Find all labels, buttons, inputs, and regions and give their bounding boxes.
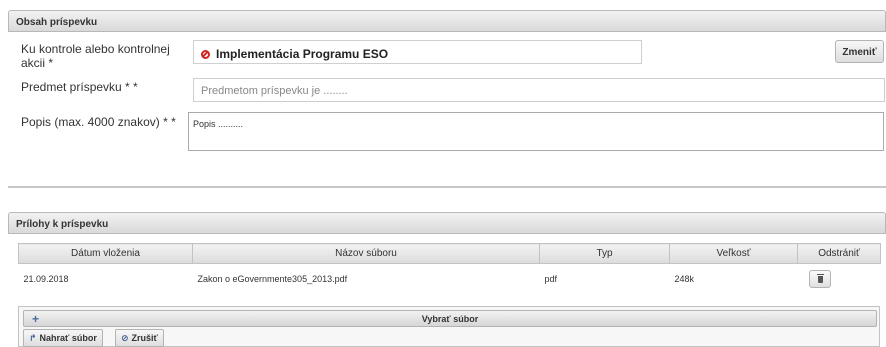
- cancel-icon: ⊘: [121, 333, 129, 343]
- control-value-field: Implementácia Programu ESO: [193, 40, 642, 64]
- description-textarea[interactable]: Popis ..........: [188, 112, 884, 151]
- change-button[interactable]: Zmeniť: [835, 40, 884, 63]
- column-header-type[interactable]: Typ: [539, 243, 670, 264]
- trash-icon: [816, 273, 824, 283]
- cancel-upload-label: Zrušiť: [131, 333, 158, 343]
- cancel-upload-button[interactable]: ⊘ Zrušiť: [115, 329, 164, 347]
- row-file-name[interactable]: Zakon o eGovernmente305_2013.pdf: [193, 264, 540, 294]
- upload-file-button[interactable]: ↱ Nahrať súbor: [23, 329, 103, 347]
- column-header-date[interactable]: Dátum vloženia: [18, 243, 193, 264]
- column-header-size[interactable]: Veľkosť: [669, 243, 798, 264]
- row-type: pdf: [544, 273, 558, 284]
- upload-panel: + Vybrať súbor ↱ Nahrať súbor ⊘ Zrušiť: [18, 306, 880, 347]
- attachments-section-title: Prílohy k príspevku: [16, 219, 109, 230]
- select-file-label: Vybrať súbor: [421, 314, 479, 324]
- subject-label: Predmet príspevku * *: [21, 80, 138, 94]
- upload-arrow-icon: ↱: [29, 333, 37, 343]
- upload-file-label: Nahrať súbor: [39, 333, 97, 343]
- forbidden-icon: [201, 50, 210, 59]
- table-row: 21.09.2018 Zakon o eGovernmente305_2013.…: [19, 264, 881, 294]
- attachments-table: Dátum vloženia Názov súboru Typ Veľkosť …: [18, 243, 881, 294]
- column-header-delete: Odstrániť: [797, 243, 881, 264]
- description-label: Popis (max. 4000 znakov) * *: [21, 115, 176, 129]
- delete-file-button[interactable]: [808, 269, 831, 288]
- row-date: 21.09.2018: [23, 273, 69, 284]
- control-label-line1: Ku kontrole alebo kontrolnej: [21, 42, 170, 56]
- content-section-header: Obsah príspevku: [8, 10, 886, 32]
- control-value: Implementácia Programu ESO: [216, 47, 389, 61]
- section-divider: [8, 186, 886, 188]
- row-size: 248k: [674, 273, 695, 284]
- plus-icon: +: [32, 312, 40, 326]
- row-delete-cell: [798, 264, 881, 294]
- subject-input[interactable]: Predmetom príspevku je ........: [193, 78, 885, 102]
- control-label-line2: akcii *: [21, 56, 54, 70]
- subject-placeholder: Predmetom príspevku je ........: [201, 85, 348, 97]
- attachments-section-header: Prílohy k príspevku: [8, 212, 886, 234]
- column-header-name[interactable]: Názov súboru: [192, 243, 540, 264]
- description-value: Popis ..........: [193, 119, 244, 129]
- control-label: Ku kontrole alebo kontrolnej akcii *: [21, 42, 186, 70]
- content-section-title: Obsah príspevku: [16, 17, 98, 28]
- table-header-row: Dátum vloženia Názov súboru Typ Veľkosť …: [18, 243, 881, 264]
- change-button-label: Zmeniť: [842, 47, 877, 58]
- select-file-button[interactable]: + Vybrať súbor: [23, 310, 877, 327]
